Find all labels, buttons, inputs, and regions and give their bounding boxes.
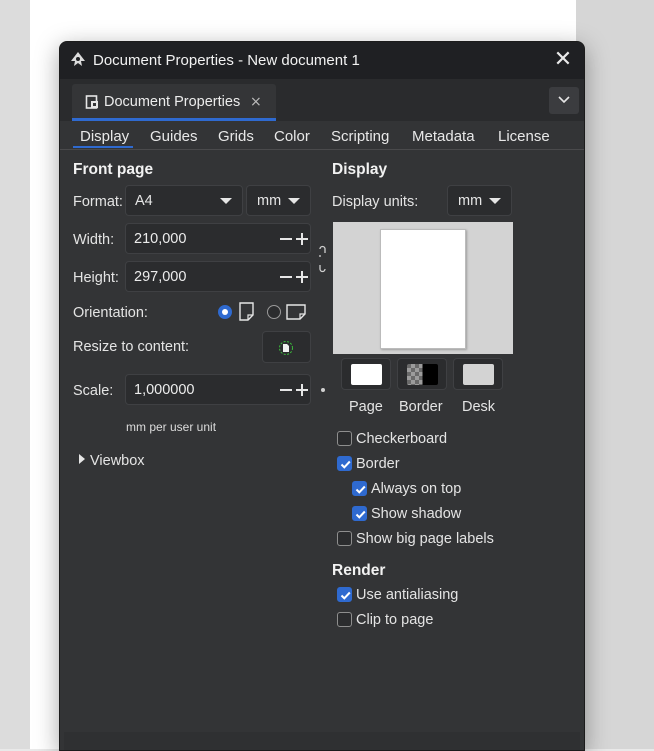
page-preview: [333, 222, 513, 354]
checkerboard-label: Checkerboard: [356, 431, 448, 447]
page-swatch-label: Page: [349, 399, 383, 415]
show-shadow-label: Show shadow: [371, 506, 462, 522]
chevron-down-icon: [288, 198, 300, 204]
border-color-swatch: [407, 364, 438, 385]
width-field[interactable]: 210,000: [125, 223, 311, 254]
chevron-down-icon: [220, 198, 232, 204]
orientation-label: Orientation:: [73, 305, 148, 321]
document-properties-window: Document Properties - New document 1 ✕ D…: [59, 41, 585, 751]
window-close-icon[interactable]: ✕: [552, 49, 574, 71]
portrait-page-icon: [239, 302, 254, 321]
document-properties-icon: [85, 95, 98, 109]
plus-icon-vertical: [301, 384, 303, 396]
always-on-top-checkbox[interactable]: [352, 481, 367, 496]
width-value: 210,000: [134, 231, 187, 247]
canvas-left-margin: [0, 0, 30, 749]
height-value: 297,000: [134, 269, 187, 285]
display-units-combo[interactable]: mm: [447, 185, 512, 216]
page-color-button[interactable]: [341, 358, 391, 390]
scale-hint: mm per user unit: [126, 420, 217, 434]
scale-value: 1,000000: [134, 382, 195, 398]
border-label: Border: [356, 456, 400, 472]
viewbox-expander-label[interactable]: Viewbox: [90, 453, 145, 469]
inkscape-logo-icon: [71, 52, 85, 66]
canvas-right-margin: [576, 0, 654, 749]
plus-icon-vertical: [301, 271, 303, 283]
border-color-button[interactable]: [397, 358, 447, 390]
preview-page-sheet: [380, 229, 466, 349]
tab-label: Document Properties: [104, 94, 241, 110]
panel-bottom-area: [64, 732, 580, 750]
format-label: Format:: [73, 194, 123, 210]
scale-label: Scale:: [73, 383, 114, 399]
tab-metadata[interactable]: Metadata: [412, 128, 475, 145]
subtab-active-indicator: [73, 146, 133, 148]
tab-document-properties[interactable]: Document Properties ×: [72, 84, 276, 121]
landscape-page-icon: [286, 304, 306, 320]
border-swatch-label: Border: [399, 399, 443, 415]
format-combo[interactable]: A4: [125, 185, 243, 216]
desk-color-button[interactable]: [453, 358, 503, 390]
chevron-down-icon: [558, 96, 570, 104]
resize-to-content-button[interactable]: [262, 331, 311, 363]
use-antialiasing-checkbox[interactable]: [337, 587, 352, 602]
scale-field[interactable]: 1,000000: [125, 374, 311, 405]
resize-page-icon: [279, 341, 293, 355]
width-label: Width:: [73, 232, 115, 248]
tab-license[interactable]: License: [498, 128, 550, 145]
format-unit-combo[interactable]: mm: [246, 185, 311, 216]
tab-display[interactable]: Display: [80, 128, 129, 145]
checkmark-icon: [340, 591, 351, 600]
clip-to-page-checkbox[interactable]: [337, 612, 352, 627]
format-unit-value: mm: [257, 193, 282, 209]
checkerboard-checkbox[interactable]: [337, 431, 352, 446]
desk-color-swatch: [463, 364, 494, 385]
tab-grids[interactable]: Grids: [218, 128, 254, 145]
chevron-down-icon: [489, 198, 501, 204]
display-units-label: Display units:: [332, 194, 419, 210]
front-page-heading: Front page: [73, 161, 154, 178]
clip-to-page-label: Clip to page: [356, 612, 434, 628]
expander-arrow-icon[interactable]: [78, 454, 86, 464]
border-checkbox[interactable]: [337, 456, 352, 471]
lock-ratio-chain-icon[interactable]: [317, 245, 327, 273]
orientation-portrait-radio[interactable]: [218, 305, 232, 319]
minus-icon[interactable]: [280, 276, 292, 278]
checkmark-icon: [355, 510, 366, 519]
tab-scripting[interactable]: Scripting: [331, 128, 389, 145]
show-shadow-checkbox[interactable]: [352, 506, 367, 521]
orientation-landscape-radio[interactable]: [267, 305, 281, 319]
resize-to-content-label: Resize to content:: [73, 339, 190, 355]
tab-menu-button[interactable]: [549, 87, 579, 114]
format-value: A4: [135, 193, 153, 209]
show-big-page-labels-label: Show big page labels: [356, 531, 494, 547]
tab-guides[interactable]: Guides: [150, 128, 198, 145]
checkmark-icon: [340, 460, 351, 469]
render-heading: Render: [332, 562, 386, 579]
minus-icon[interactable]: [280, 389, 292, 391]
plus-icon-vertical: [301, 233, 303, 245]
height-label: Height:: [73, 270, 119, 286]
window-title: Document Properties - New document 1: [93, 52, 360, 69]
checkmark-icon: [355, 485, 366, 494]
property-subtabs: Display Guides Grids Color Scripting Met…: [60, 121, 584, 150]
show-big-page-labels-checkbox[interactable]: [337, 531, 352, 546]
height-field[interactable]: 297,000: [125, 261, 311, 292]
always-on-top-label: Always on top: [371, 481, 462, 497]
minus-icon[interactable]: [280, 238, 292, 240]
use-antialiasing-label: Use antialiasing: [356, 587, 459, 603]
display-units-value: mm: [458, 193, 483, 209]
tab-color[interactable]: Color: [274, 128, 310, 145]
scale-indicator-dot: [321, 388, 325, 392]
tab-close-icon[interactable]: ×: [250, 94, 262, 110]
title-bar: Document Properties - New document 1 ✕: [60, 42, 584, 79]
dock-tab-bar: Document Properties ×: [60, 79, 584, 121]
display-heading: Display: [332, 161, 388, 178]
page-color-swatch: [351, 364, 382, 385]
desk-swatch-label: Desk: [462, 399, 496, 415]
